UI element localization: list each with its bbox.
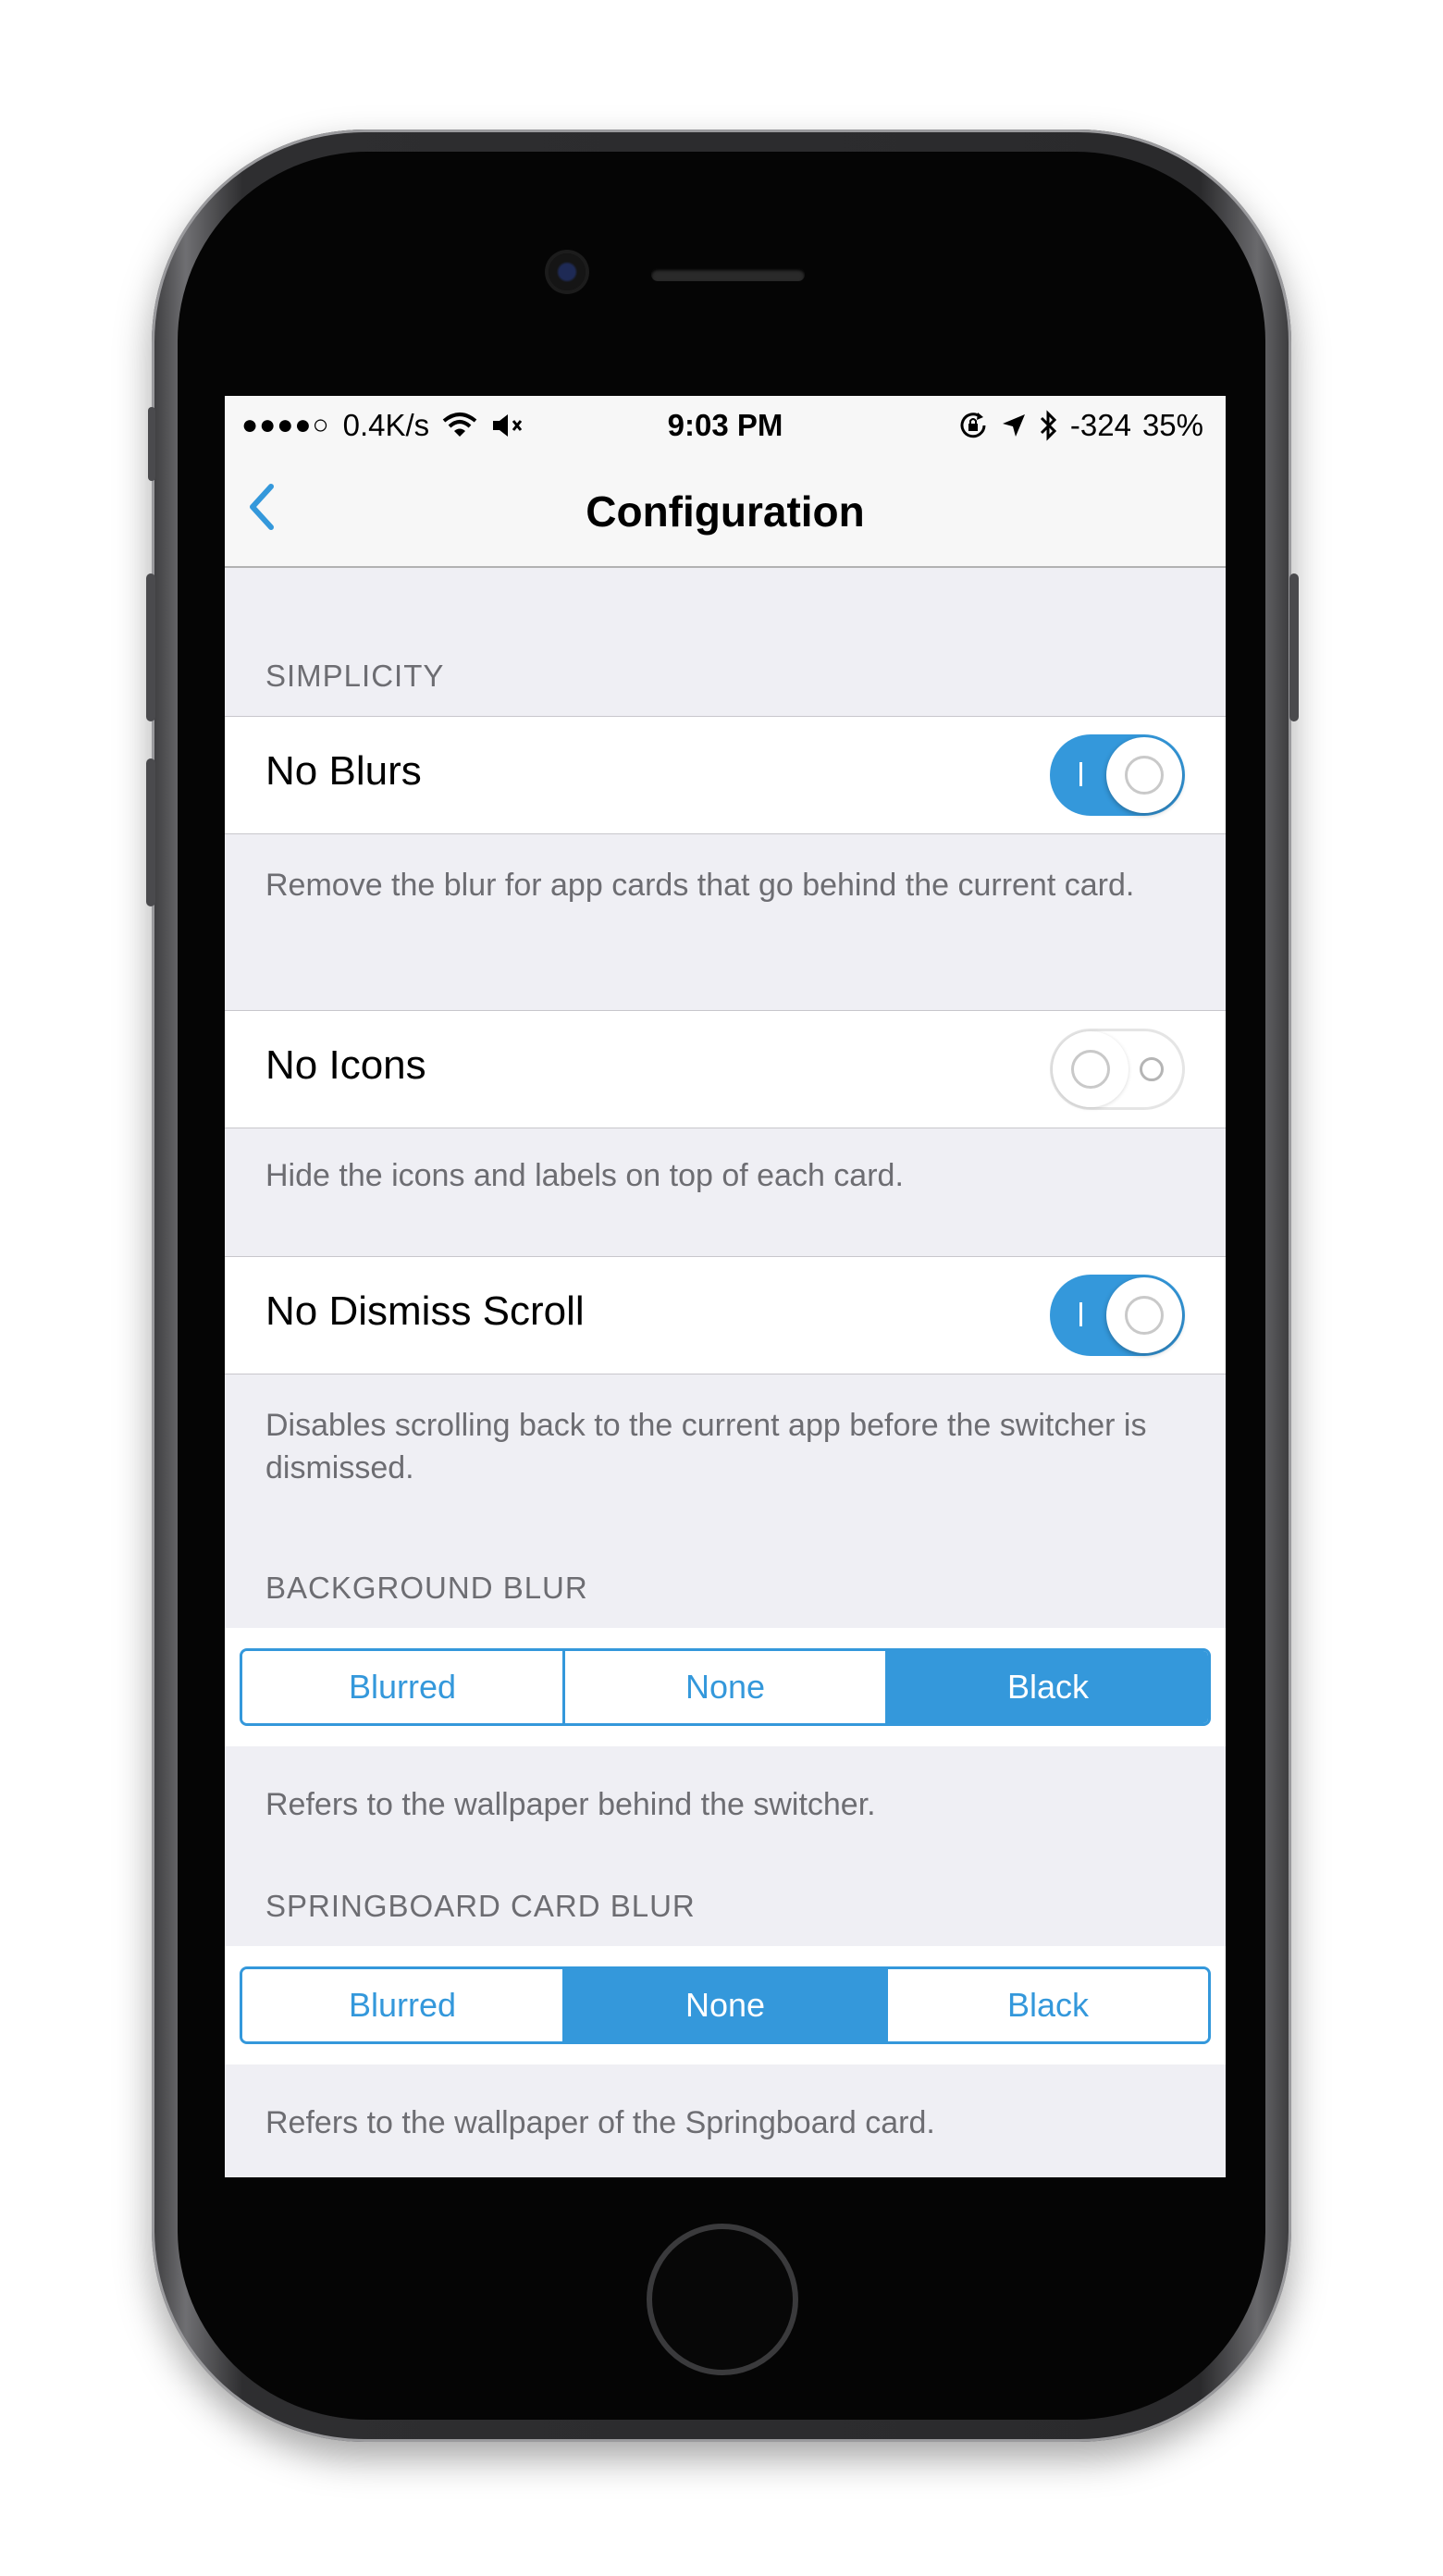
section-header-background-blur: BACKGROUND BLUR [265, 1571, 588, 1605]
setting-label: No Dismiss Scroll [265, 1288, 585, 1334]
segment-black[interactable]: Black [885, 1969, 1208, 2041]
no-blurs-description: Remove the blur for app cards that go be… [265, 868, 1135, 903]
status-bar: ●●●●○ 0.4K/s 9:03 PM -324 35% [225, 396, 1226, 451]
toggle-knob-ring [1071, 1050, 1110, 1089]
setting-label: No Blurs [265, 748, 422, 794]
segment-blurred[interactable]: Blurred [242, 1969, 562, 2041]
no-icons-description: Hide the icons and labels on top of each… [265, 1158, 904, 1193]
setting-row-no-blurs: No Blurs [225, 716, 1226, 834]
springboard-card-blur-row: Blurred None Black [225, 1946, 1226, 2064]
location-arrow-icon [1002, 414, 1025, 437]
home-button[interactable] [647, 2224, 798, 2375]
toggle-off-indicator [1140, 1057, 1164, 1081]
toggle-on-indicator [1079, 1302, 1082, 1326]
toggle-knob-ring [1125, 1296, 1164, 1335]
segment-blurred[interactable]: Blurred [242, 1651, 562, 1723]
background-blur-segmented-control: Blurred None Black [240, 1648, 1211, 1726]
bluetooth-icon [1040, 410, 1056, 441]
no-icons-toggle[interactable] [1050, 1029, 1185, 1110]
earpiece-speaker [651, 268, 805, 281]
no-dismiss-scroll-description: Disables scrolling back to the current a… [265, 1408, 1147, 1485]
front-camera [549, 253, 586, 290]
segment-black[interactable]: Black [885, 1651, 1208, 1723]
toggle-knob-ring [1125, 756, 1164, 795]
screen: ●●●●○ 0.4K/s 9:03 PM -324 35% Configurat… [225, 396, 1226, 2177]
toggle-on-indicator [1079, 762, 1082, 786]
section-header-springboard-card-blur: SPRINGBOARD CARD BLUR [265, 1889, 696, 1923]
background-blur-row: Blurred None Black [225, 1628, 1226, 1746]
volume-down-button [146, 758, 155, 906]
battery-percentage: 35% [1141, 408, 1203, 442]
volume-up-button [146, 573, 155, 721]
no-blurs-toggle[interactable] [1050, 734, 1185, 816]
setting-row-no-dismiss-scroll: No Dismiss Scroll [225, 1256, 1226, 1374]
no-dismiss-scroll-toggle[interactable] [1050, 1275, 1185, 1356]
section-header-simplicity: SIMPLICITY [265, 659, 445, 693]
setting-row-no-icons: No Icons [225, 1010, 1226, 1128]
mute-switch [148, 407, 155, 481]
navigation-bar: Configuration [225, 451, 1226, 568]
background-blur-description: Refers to the wallpaper behind the switc… [265, 1787, 876, 1822]
page-title: Configuration [586, 487, 865, 536]
setting-label: No Icons [265, 1042, 426, 1088]
power-button [1289, 573, 1299, 721]
signal-strength: -324 [1069, 408, 1131, 442]
segment-none[interactable]: None [562, 1969, 885, 2041]
springboard-card-blur-segmented-control: Blurred None Black [240, 1966, 1211, 2044]
rotation-lock-icon [960, 413, 986, 438]
springboard-card-blur-description: Refers to the wallpaper of the Springboa… [265, 2105, 935, 2140]
segment-none[interactable]: None [562, 1651, 885, 1723]
